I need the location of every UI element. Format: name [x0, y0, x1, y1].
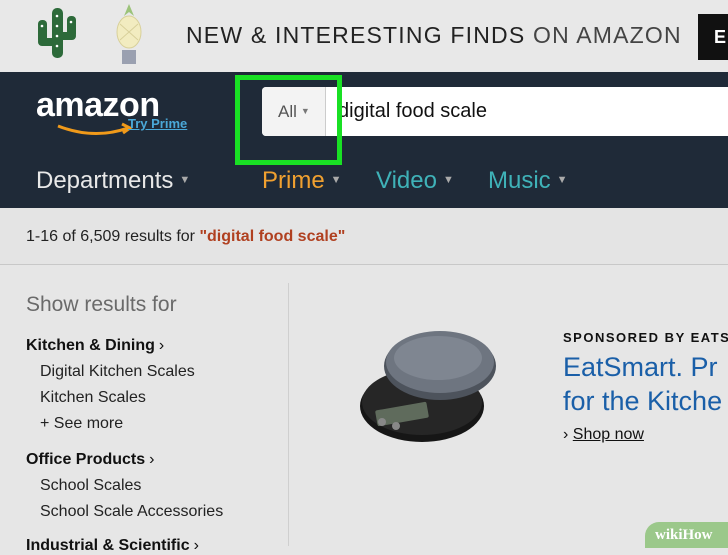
chevron-down-icon: ▼: [556, 174, 568, 186]
nav-departments-label: Departments: [36, 167, 174, 194]
promo-thin: ON AMAZON: [533, 22, 682, 48]
site-header: amazon Try Prime All▼ Departments▼ Prime…: [0, 72, 728, 208]
results-bar: 1-16 of 6,509 results for "digital food …: [0, 208, 728, 265]
shop-now-link[interactable]: › Shop now: [563, 426, 644, 444]
category-industrial-scientific[interactable]: Industrial & Scientific ›: [26, 537, 199, 555]
chevron-down-icon: ▼: [330, 174, 342, 186]
nav-departments[interactable]: Departments ▼: [36, 167, 190, 195]
amazon-logo[interactable]: amazon Try Prime: [36, 86, 187, 136]
nav-prime-label: Prime: [262, 167, 325, 194]
nav-music-label: Music: [488, 167, 551, 194]
wikihow-watermark: wikiHow: [645, 522, 728, 548]
pineapple-lamp-icon: [116, 4, 142, 64]
nav-music[interactable]: Music ▼: [488, 167, 568, 195]
see-more-link[interactable]: + See more: [40, 415, 123, 433]
promo-text[interactable]: NEW & INTERESTING FINDS ON AMAZON: [186, 22, 682, 49]
sidebar-divider: [288, 283, 289, 546]
category-label: Office Products: [26, 451, 146, 468]
results-count: 1-16 of 6,509 results for "digital food …: [26, 228, 345, 246]
kitchen-scale-image[interactable]: [352, 322, 502, 446]
highlight-box: [235, 75, 342, 165]
chevron-right-icon: ›: [158, 337, 165, 354]
chevron-right-icon: ›: [149, 451, 155, 468]
category-office-products[interactable]: Office Products ›: [26, 451, 154, 469]
search-input[interactable]: [328, 87, 728, 136]
category-kitchen-dining[interactable]: Kitchen & Dining ›: [26, 337, 164, 355]
sidebar-item-digital-kitchen-scales[interactable]: Digital Kitchen Scales: [40, 363, 195, 381]
nav-video[interactable]: Video ▼: [376, 167, 454, 195]
sidebar-item-kitchen-scales[interactable]: Kitchen Scales: [40, 389, 146, 407]
cactus-lamp-icon: [38, 8, 76, 58]
sidebar-item-school-scales[interactable]: School Scales: [40, 477, 141, 495]
chevron-right-icon: ›: [563, 426, 569, 443]
sponsored-title[interactable]: EatSmart. Pr for the Kitche: [563, 350, 722, 418]
sponsored-title-line1: EatSmart. Pr: [563, 352, 718, 382]
chevron-down-icon: ▼: [442, 174, 454, 186]
sidebar-item-school-scale-accessories[interactable]: School Scale Accessories: [40, 503, 223, 521]
sidebar-heading: Show results for: [26, 293, 177, 316]
top-banner: NEW & INTERESTING FINDS ON AMAZON E: [0, 0, 728, 72]
chevron-down-icon: ▼: [179, 174, 191, 186]
results-query: "digital food scale": [199, 228, 346, 245]
nav-prime[interactable]: Prime ▼: [262, 167, 342, 195]
shop-now-label: Shop now: [572, 426, 644, 443]
results-count-text: 1-16 of 6,509 results for: [26, 228, 200, 245]
banner-button[interactable]: E: [698, 14, 728, 60]
category-label: Kitchen & Dining: [26, 337, 155, 354]
sponsored-title-line2: for the Kitche: [563, 386, 723, 416]
try-prime-link[interactable]: Try Prime: [128, 116, 187, 131]
promo-bold: NEW & INTERESTING FINDS: [186, 22, 526, 48]
nav-video-label: Video: [376, 167, 437, 194]
filter-sidebar: Show results for Kitchen & Dining › Digit…: [0, 265, 288, 554]
sponsored-label: SPONSORED BY EATS: [563, 330, 728, 345]
smile-arrow-icon: [57, 122, 133, 136]
